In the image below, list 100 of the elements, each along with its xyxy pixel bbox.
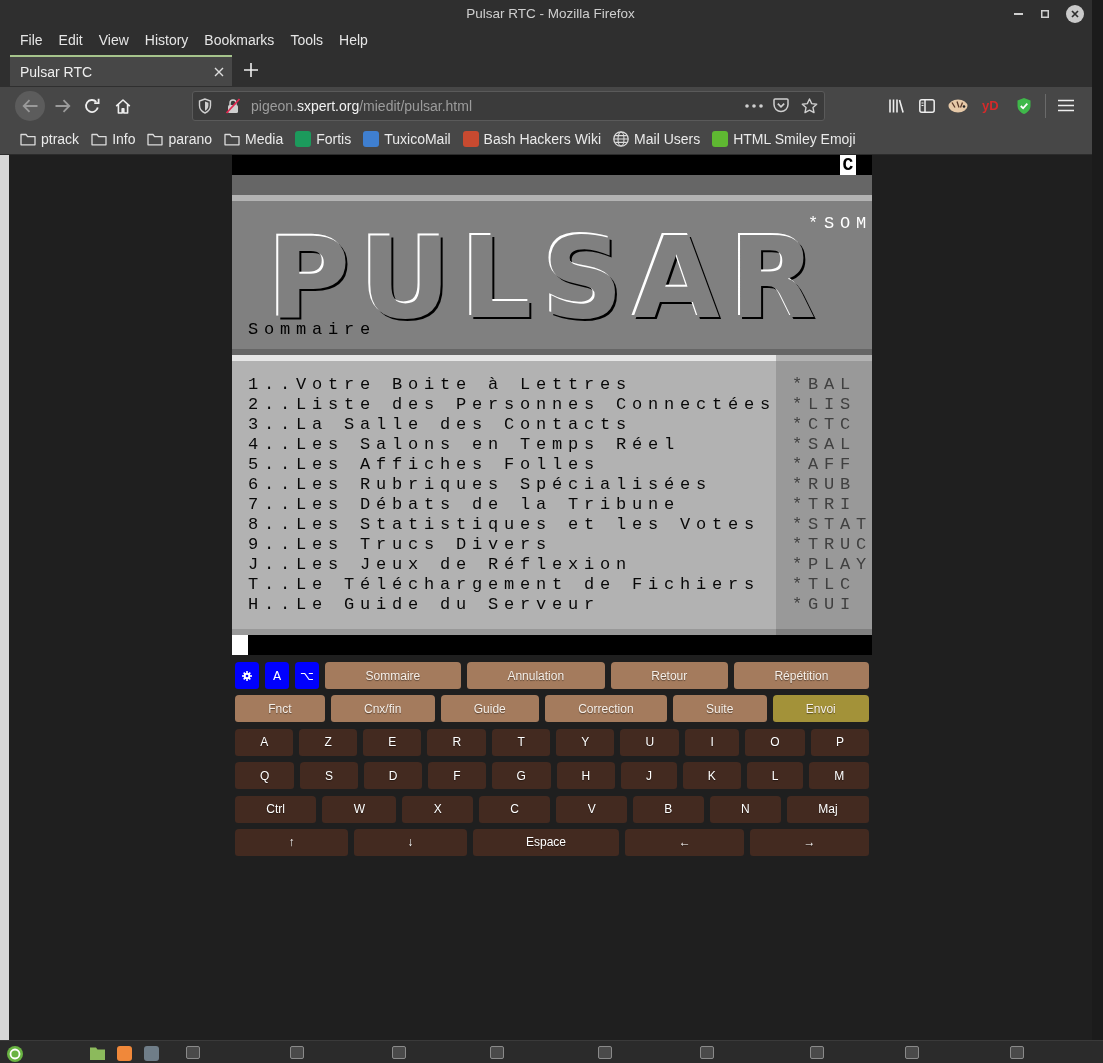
menu-item[interactable]: History (136, 30, 197, 50)
letter-key[interactable]: W (322, 795, 397, 823)
letter-key[interactable]: Maj (787, 795, 869, 823)
browser-tab[interactable]: Pulsar RTC (10, 55, 232, 86)
menu-code: *STAT (792, 515, 872, 534)
menu-option[interactable]: 9..Les Trucs Divers (248, 535, 553, 554)
letter-key[interactable]: A (235, 728, 294, 756)
letter-key[interactable]: → (750, 828, 869, 856)
sidebar-icon[interactable] (919, 98, 935, 113)
window-icon[interactable] (905, 1046, 919, 1059)
menu-item[interactable]: Edit (50, 30, 91, 50)
menu-option[interactable]: 1..Votre Boite à Lettres (248, 375, 633, 394)
letter-key[interactable]: T (492, 728, 551, 756)
letter-key[interactable]: D (363, 762, 423, 790)
bookmark-item[interactable]: Fortis (292, 128, 355, 150)
menu-item[interactable]: Bookmarks (196, 30, 283, 50)
library-icon[interactable] (888, 97, 905, 114)
menu-option[interactable]: 7..Les Débats de la Tribune (248, 495, 681, 514)
letter-key[interactable]: B (633, 795, 704, 823)
bookmark-item[interactable]: Bash Hackers Wiki (459, 128, 605, 150)
letter-key[interactable]: I (685, 728, 740, 756)
letter-key[interactable]: Espace (472, 828, 620, 856)
more-icon[interactable] (745, 103, 763, 108)
bookmark-item[interactable]: HTML Smiley Emoji (709, 128, 859, 150)
letter-key[interactable]: ← (625, 828, 745, 856)
letter-key[interactable]: Ctrl (235, 795, 317, 823)
letter-key[interactable]: Z (299, 728, 357, 756)
menu-code: *GUI (792, 595, 856, 614)
text-cursor (232, 635, 248, 655)
letter-key[interactable]: F (428, 762, 486, 790)
letter-key[interactable]: E (363, 728, 422, 756)
status-indicator: C (840, 155, 856, 175)
menu-option[interactable]: 5..Les Affiches Folles (248, 455, 601, 474)
folder-icon[interactable] (90, 1046, 105, 1060)
menu-item[interactable]: Tools (282, 30, 332, 50)
menu-option[interactable]: T..Le Téléchargement de Fichiers (248, 575, 761, 594)
letter-key[interactable]: U (620, 728, 680, 756)
menu-option[interactable]: 8..Les Statistiques et les Votes (248, 515, 761, 534)
save-icon[interactable] (773, 98, 789, 113)
home-icon[interactable] (115, 97, 131, 114)
reload-icon[interactable] (84, 97, 100, 114)
settings-key[interactable] (235, 662, 259, 689)
close-icon[interactable] (214, 66, 224, 77)
start-menu-icon[interactable] (7, 1046, 23, 1062)
letter-key[interactable]: ↑ (235, 828, 348, 856)
plus-icon[interactable] (244, 62, 258, 77)
letter-key[interactable]: R (427, 728, 487, 756)
window-icon[interactable] (810, 1046, 824, 1059)
menu-option[interactable]: 3..La Salle des Contacts (248, 415, 633, 434)
menu-option[interactable]: 6..Les Rubriques Spécialisées (248, 475, 713, 494)
window-icon[interactable] (1010, 1046, 1024, 1059)
bookmark-item[interactable]: parano (144, 128, 216, 150)
letter-key[interactable]: G (491, 762, 551, 790)
letter-key[interactable]: K (682, 762, 741, 790)
letter-key[interactable]: Q (235, 762, 295, 790)
url-text[interactable]: pigeon.sxpert.org/miedit/pulsar.html (251, 97, 472, 114)
letter-key[interactable]: P (810, 728, 870, 756)
window-icon[interactable] (700, 1046, 714, 1059)
menu-option[interactable]: H..Le Guide du Serveur (248, 595, 601, 614)
window-icon[interactable] (598, 1046, 612, 1059)
window-icon[interactable] (290, 1046, 304, 1059)
window-icon[interactable] (490, 1046, 504, 1059)
letter-key[interactable]: C (479, 795, 551, 823)
bookmark-item[interactable]: Mail Users (610, 128, 704, 150)
window-icon[interactable] (392, 1046, 406, 1059)
letter-key[interactable]: O (745, 728, 805, 756)
bookmark-item[interactable]: Info (88, 128, 139, 150)
menu-option[interactable]: J..Les Jeux de Réflexion (248, 555, 633, 574)
menu-option[interactable]: 2..Liste des Personnes Connectées (248, 395, 777, 414)
menu-code: *BAL (792, 375, 856, 394)
letter-key[interactable]: V (556, 795, 627, 823)
menu-item[interactable]: Help (331, 30, 376, 50)
window-icon[interactable] (186, 1046, 200, 1059)
bookmark-item[interactable]: TuxicoMail (360, 128, 454, 150)
letter-key[interactable]: X (402, 795, 473, 823)
letter-key[interactable]: J (621, 762, 677, 790)
close-icon[interactable] (1066, 4, 1084, 23)
menu-item[interactable]: View (90, 30, 137, 50)
bookmark-item[interactable]: Media (221, 128, 287, 150)
toggle-key[interactable]: A (265, 662, 289, 689)
letter-key[interactable]: M (809, 762, 870, 790)
shield-check-icon[interactable] (1015, 96, 1032, 115)
letter-key[interactable]: ↓ (353, 828, 467, 856)
letter-key[interactable]: H (556, 762, 616, 790)
letter-key[interactable]: N (709, 795, 781, 823)
menu-option[interactable]: 4..Les Salons en Temps Réel (248, 435, 681, 454)
letter-key[interactable]: Y (556, 728, 615, 756)
gear-icon (242, 670, 252, 681)
letter-key[interactable]: S (300, 762, 358, 790)
letter-key[interactable]: L (746, 762, 804, 790)
menu-item[interactable]: File (12, 30, 51, 50)
toggle-key[interactable]: ⌥ (295, 662, 319, 689)
address-bar[interactable]: pigeon.sxpert.org/miedit/pulsar.html (192, 90, 825, 121)
bookmark-item[interactable]: ptrack (17, 128, 83, 150)
star-icon[interactable] (801, 97, 818, 114)
shield-icon[interactable] (198, 97, 212, 114)
insecure-lock-icon[interactable] (225, 97, 241, 114)
extension-icon[interactable] (948, 98, 968, 113)
menu-code: *TRUC (792, 535, 872, 554)
menu-icon[interactable] (1057, 99, 1074, 112)
